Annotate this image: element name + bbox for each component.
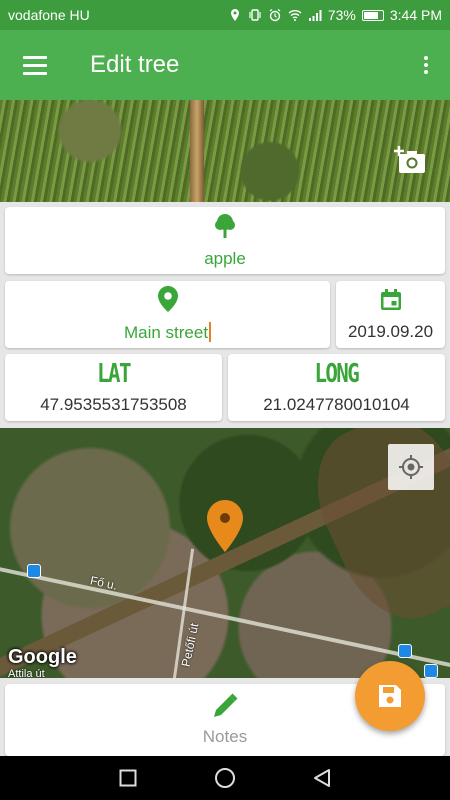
address-card[interactable]: Main street	[5, 281, 330, 348]
map-view[interactable]: Fő u. Petőfi út Attila út Google	[0, 428, 450, 678]
add-photo-icon[interactable]	[394, 146, 426, 174]
more-vert-icon[interactable]	[402, 30, 450, 100]
save-button[interactable]	[355, 661, 425, 731]
menu-button[interactable]	[0, 30, 70, 100]
recent-apps-icon	[119, 769, 137, 787]
location-pin-icon	[157, 286, 178, 312]
wifi-icon	[288, 10, 302, 21]
calendar-icon	[380, 288, 401, 310]
long-card: LONG 21.0247780010104	[228, 354, 445, 421]
recent-apps-button[interactable]	[114, 764, 142, 792]
bus-stop-icon[interactable]	[27, 564, 41, 578]
page-title: Edit tree	[90, 51, 180, 78]
signal-icon	[308, 10, 322, 21]
battery-percent: 73%	[327, 7, 356, 23]
date-card[interactable]: 2019.09.20	[336, 281, 445, 348]
lat-value: 47.9535531753508	[40, 394, 187, 414]
status-bar: vodafone HU 73% 3:44 PM	[0, 0, 450, 30]
my-location-icon	[399, 455, 423, 479]
bus-stop-icon[interactable]	[398, 644, 412, 658]
tree-photo[interactable]	[0, 100, 450, 202]
notes-label: Notes	[202, 727, 248, 746]
home-button[interactable]	[211, 764, 239, 792]
map-marker-icon[interactable]	[207, 500, 243, 552]
vibrate-icon	[249, 9, 261, 21]
battery-icon	[361, 9, 384, 21]
google-logo: Google	[8, 646, 77, 668]
street-label: Attila út	[8, 668, 45, 678]
lat-card: LAT 47.9535531753508	[5, 354, 222, 421]
menu-icon	[23, 53, 47, 77]
system-nav-bar	[0, 756, 450, 800]
tree-name: apple	[204, 248, 246, 268]
long-label: LONG	[314, 358, 360, 389]
status-icons: 73% 3:44 PM	[228, 7, 442, 23]
tree-icon	[215, 213, 235, 238]
address-value: Main street	[123, 323, 209, 342]
lat-label: LAT	[97, 358, 131, 389]
bus-stop-icon[interactable]	[424, 664, 438, 678]
pencil-icon	[214, 693, 238, 717]
back-icon	[313, 769, 330, 787]
save-icon	[379, 685, 401, 707]
date-value: 2019.09.20	[347, 321, 434, 341]
carrier-name: vodafone HU	[8, 7, 90, 23]
back-button[interactable]	[308, 764, 336, 792]
alarm-icon	[269, 9, 281, 22]
text-cursor	[209, 322, 212, 342]
clock: 3:44 PM	[389, 7, 442, 23]
location-status-icon	[230, 9, 239, 21]
home-icon	[214, 768, 235, 788]
tree-type-card[interactable]: apple	[5, 207, 445, 274]
app-bar: Edit tree	[0, 30, 450, 100]
address-field[interactable]: Main street	[123, 322, 212, 343]
my-location-button[interactable]	[388, 444, 434, 490]
long-value: 21.0247780010104	[263, 394, 410, 414]
